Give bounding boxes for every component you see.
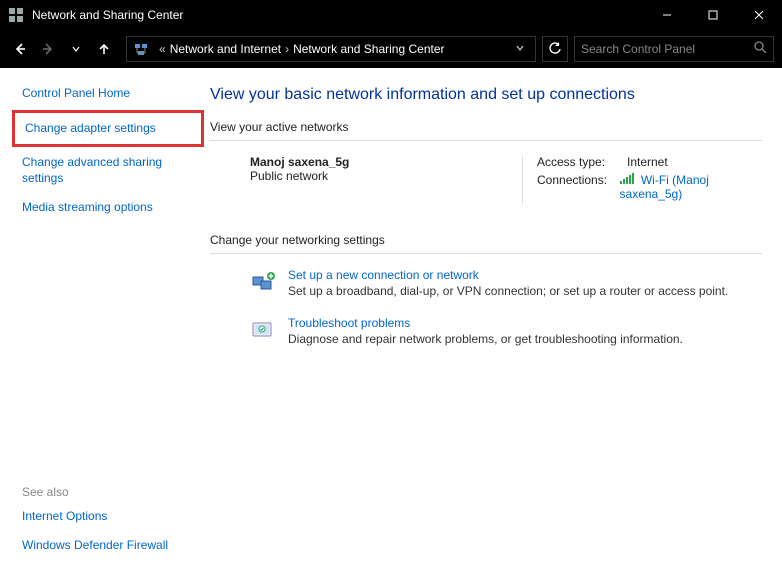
main-panel: View your basic network information and … [210,68,782,578]
access-type-value: Internet [627,155,668,169]
setup-connection-icon [250,268,278,296]
change-settings-heading: Change your networking settings [210,233,762,247]
network-identity: Manoj saxena_5g Public network [250,155,522,205]
sidebar-link-advanced-sharing[interactable]: Change advanced sharing settings [22,155,198,186]
app-icon [8,7,24,23]
troubleshoot-icon [250,316,278,344]
breadcrumb[interactable]: « Network and Internet › Network and Sha… [126,36,536,62]
see-also-label: See also [22,485,198,499]
sidebar: Control Panel Home Change adapter settin… [0,68,210,578]
content-area: Control Panel Home Change adapter settin… [0,68,782,578]
nav-bar: « Network and Internet › Network and Sha… [0,30,782,68]
title-bar: Network and Sharing Center [0,0,782,30]
wifi-signal-icon [620,173,634,187]
active-networks-heading: View your active networks [210,120,762,134]
network-details: Access type: Internet Connections: Wi-Fi… [522,155,762,205]
setup-connection-link[interactable]: Set up a new connection or network [288,268,728,282]
close-button[interactable] [736,0,782,30]
network-type: Public network [250,169,522,183]
minimize-button[interactable] [644,0,690,30]
setting-item-setup: Set up a new connection or network Set u… [210,268,762,298]
network-name: Manoj saxena_5g [250,155,522,169]
search-box[interactable] [574,36,774,62]
sidebar-link-adapter-settings[interactable]: Change adapter settings [25,121,191,137]
sidebar-link-internet-options[interactable]: Internet Options [22,509,198,525]
forward-button[interactable] [36,37,60,61]
active-network-row: Manoj saxena_5g Public network Access ty… [210,155,762,205]
search-input[interactable] [581,42,748,56]
divider [210,140,762,141]
recent-dropdown-button[interactable] [64,37,88,61]
window-controls [644,0,782,30]
back-button[interactable] [8,37,32,61]
refresh-button[interactable] [542,36,568,62]
connections-label: Connections: [537,173,620,201]
breadcrumb-icon [133,41,149,57]
breadcrumb-item-network-sharing[interactable]: Network and Sharing Center [293,42,444,56]
main-heading: View your basic network information and … [210,86,762,104]
setup-connection-desc: Set up a broadband, dial-up, or VPN conn… [288,284,728,298]
address-dropdown-button[interactable] [511,42,529,56]
setting-item-troubleshoot: Troubleshoot problems Diagnose and repai… [210,316,762,346]
sidebar-link-media-streaming[interactable]: Media streaming options [22,200,198,216]
up-button[interactable] [92,37,116,61]
divider [210,253,762,254]
sidebar-link-home[interactable]: Control Panel Home [22,86,198,102]
access-type-label: Access type: [537,155,627,169]
search-icon[interactable] [754,41,767,57]
troubleshoot-desc: Diagnose and repair network problems, or… [288,332,683,346]
breadcrumb-overflow[interactable]: « [159,42,166,56]
window-title: Network and Sharing Center [32,8,183,22]
troubleshoot-link[interactable]: Troubleshoot problems [288,316,683,330]
see-also-section: See also Internet Options Windows Defend… [22,485,198,568]
sidebar-link-firewall[interactable]: Windows Defender Firewall [22,538,198,554]
chevron-right-icon: › [285,42,289,56]
highlight-box: Change adapter settings [12,110,204,148]
maximize-button[interactable] [690,0,736,30]
breadcrumb-item-network-internet[interactable]: Network and Internet [170,42,281,56]
